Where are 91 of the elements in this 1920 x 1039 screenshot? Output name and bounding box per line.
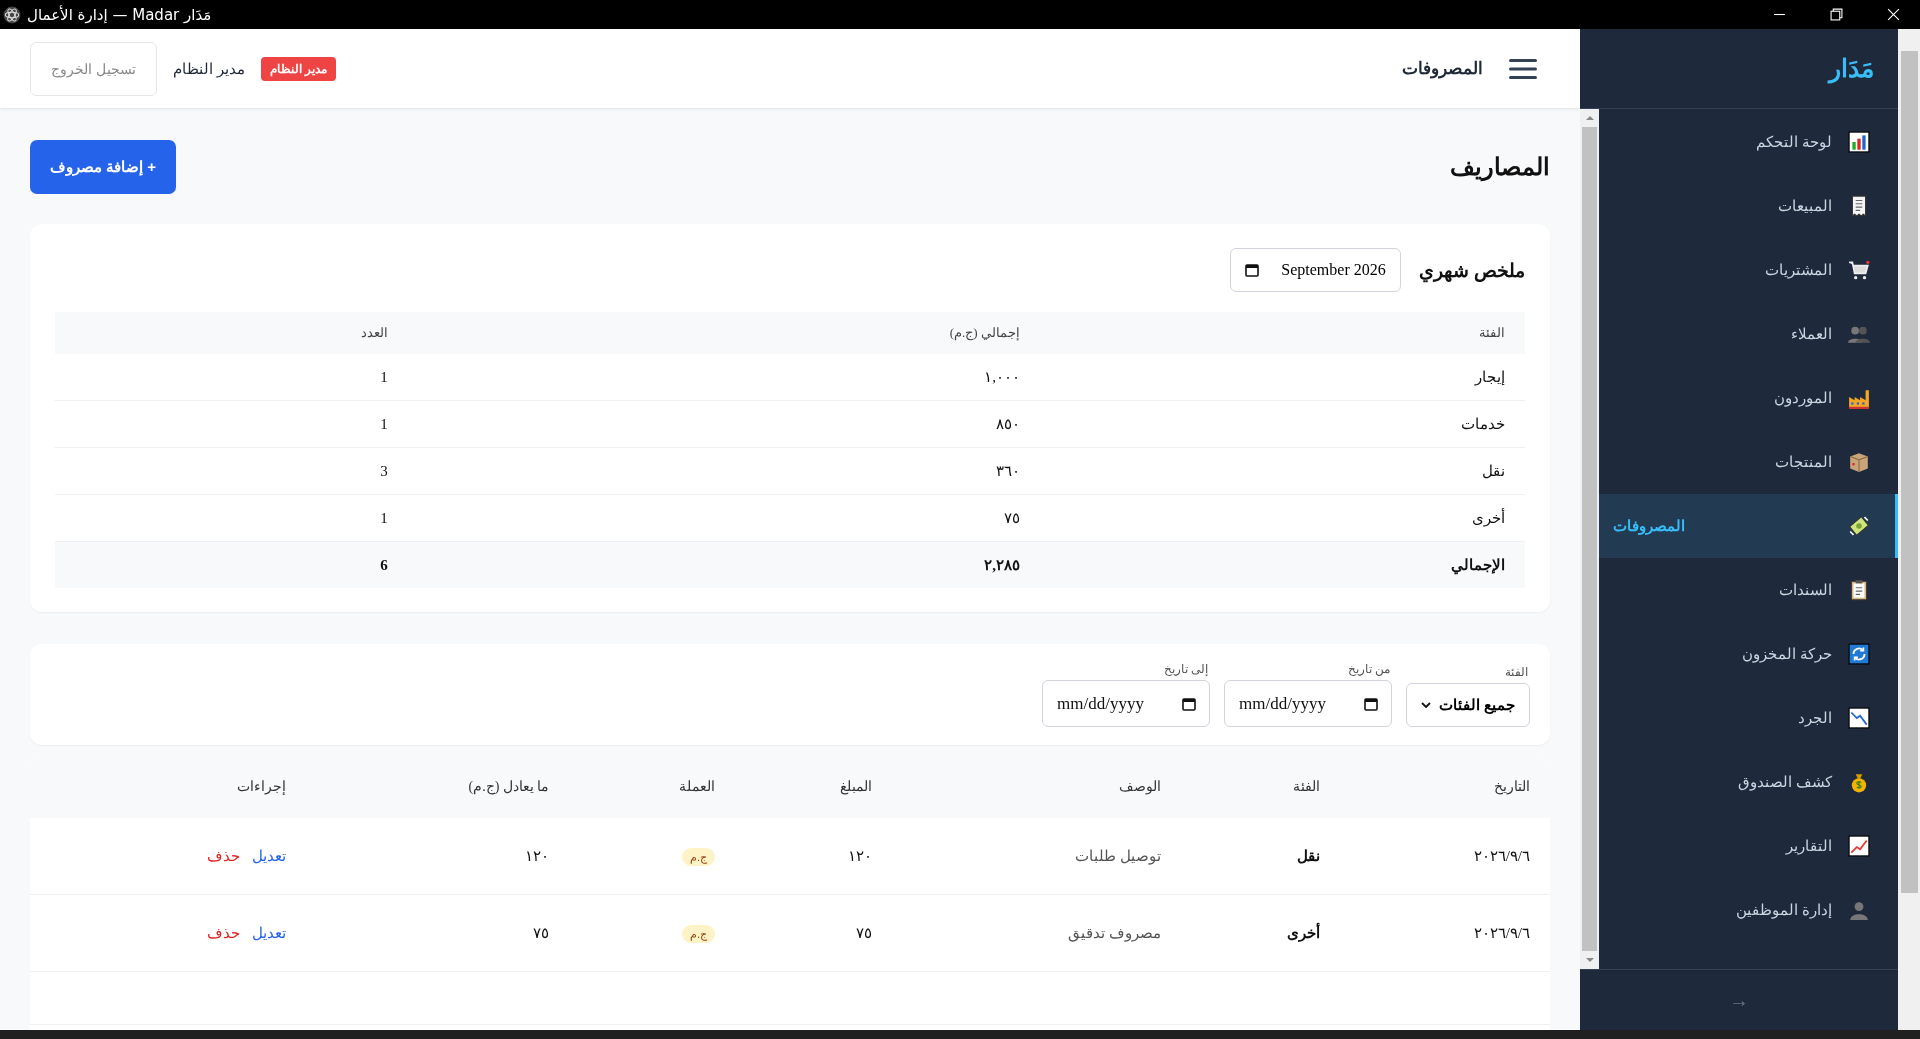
close-icon[interactable] [1887, 8, 1900, 21]
edit-link[interactable]: تعديل [252, 924, 287, 942]
menu-icon[interactable] [1509, 57, 1537, 80]
filter-label: إلى تاريخ [1162, 662, 1209, 676]
table-cell: ٢٠٢٦/٩/٦ [1340, 818, 1550, 895]
app-icon [3, 5, 21, 24]
factory-icon [1848, 387, 1870, 409]
sidebar-item[interactable]: لوحة التحكم [1599, 110, 1898, 174]
column-header: ما يعادل (ج.م) [306, 755, 570, 818]
table-cell: ٢٠٢٦/٩/٦ [1340, 894, 1550, 972]
table-cell: 1 [55, 354, 408, 401]
table-cell: ١٢٠ [735, 818, 892, 895]
sidebar-item[interactable]: المنتجات [1599, 430, 1898, 494]
sidebar-item[interactable]: المشتريات [1599, 238, 1898, 302]
total-cell: ٢,٢٨٥ [407, 541, 1040, 588]
scroll-down-icon[interactable] [1584, 957, 1595, 963]
category-select[interactable]: جميع الفئات [1406, 683, 1530, 727]
total-cell: الإجمالي [1039, 541, 1525, 588]
table-cell: إيجار [1039, 354, 1525, 401]
table-cell: ٣٦٠ [407, 447, 1040, 495]
table-cell: ٧٥ [735, 894, 892, 972]
table-cell: نقل [1181, 818, 1341, 895]
table-cell: ١,٠٠٠ [407, 354, 1040, 401]
column-header: الفئة [1181, 755, 1341, 818]
sidebar-item[interactable]: المصروفات [1599, 494, 1898, 558]
sidebar-item[interactable]: التقارير [1599, 814, 1898, 878]
summary-title: ملخص شهري [1418, 258, 1525, 282]
add-expense-button[interactable]: + إضافة مصروف [30, 140, 177, 194]
table-cell: أخرى [1181, 894, 1341, 972]
header-title: المصروفات [1402, 58, 1483, 79]
column-header: العملة [569, 755, 735, 818]
filter-label: من تاريخ [1346, 662, 1391, 676]
page-title: المصاريف [1450, 153, 1550, 181]
sidebar-item[interactable]: العملاء [1599, 302, 1898, 366]
sidebar-item[interactable]: كشف الصندوق [1599, 750, 1898, 814]
column-header: الوصف [891, 755, 1182, 818]
clipboard-icon [1848, 579, 1870, 601]
column-header: إجمالي (ج.م) [407, 312, 1040, 354]
table-cell: ٧٥ [306, 894, 570, 972]
filter-label: الفئة [1504, 665, 1529, 679]
table-cell: ٨٥٠ [407, 400, 1040, 448]
calendar-icon[interactable] [1245, 263, 1260, 277]
restore-icon[interactable] [1830, 8, 1843, 21]
table-cell: 1 [55, 494, 408, 542]
table-cell: 3 [55, 447, 408, 495]
scrollbar-thumb[interactable] [1582, 127, 1597, 951]
chevron-down-icon [1421, 702, 1431, 708]
delete-link[interactable]: حذف [207, 924, 241, 942]
scroll-up-icon[interactable] [1584, 115, 1595, 121]
total-cell: 6 [55, 541, 408, 588]
currency-badge: ج.م [681, 847, 715, 866]
table-cell: مصروف تدقيق [891, 894, 1182, 972]
column-header: الفئة [1039, 312, 1525, 354]
role-badge: مدير النظام [261, 56, 337, 81]
month-field[interactable]: September 2026 [1230, 248, 1401, 292]
column-header: العدد [55, 312, 408, 354]
app-logo: مَدَار [1829, 54, 1874, 83]
delete-link[interactable]: حذف [207, 847, 241, 865]
scrollbar-thumb[interactable] [1900, 51, 1918, 894]
table-cell: توصيل طلبات [891, 818, 1182, 895]
sync-icon [1848, 643, 1870, 665]
table-cell: أخرى [1039, 494, 1525, 542]
calendar-icon[interactable] [1364, 697, 1378, 711]
sidebar-item[interactable]: الموردون [1599, 366, 1898, 430]
sidebar-item[interactable]: السندات [1599, 558, 1898, 622]
cart-icon [1848, 259, 1870, 281]
table-cell: نقل [1039, 447, 1525, 495]
column-header: التاريخ [1340, 755, 1550, 818]
table-cell: 1 [55, 400, 408, 448]
sidebar-item[interactable]: المبيعات [1599, 174, 1898, 238]
date-field[interactable]: mm/dd/yyyy [1042, 680, 1210, 727]
column-header: المبلغ [735, 755, 892, 818]
rising-chart-icon [1848, 835, 1870, 857]
sidebar-item[interactable]: حركة المخزون [1599, 622, 1898, 686]
person-icon [1848, 899, 1870, 921]
table-cell: ١٢٠ [306, 818, 570, 895]
column-header: إجراءات [30, 755, 307, 818]
sidebar-item[interactable]: إدارة الموظفين [1599, 878, 1898, 942]
table-cell: ٧٥ [407, 494, 1040, 542]
logout-button[interactable]: تسجيل الخروج [30, 41, 157, 96]
sidebar-item[interactable]: الجرد [1599, 686, 1898, 750]
falling-chart-icon [1848, 707, 1870, 729]
bar-chart-icon [1848, 131, 1870, 153]
date-field[interactable]: mm/dd/yyyy [1224, 680, 1392, 727]
table-cell: خدمات [1039, 400, 1525, 448]
calendar-icon[interactable] [1182, 697, 1196, 711]
user-name: مدير النظام [172, 59, 246, 78]
box-icon [1848, 451, 1870, 473]
currency-badge: ج.م [681, 924, 715, 943]
window-title: إدارة الأعمال — Madar مَدَار [27, 5, 212, 24]
edit-link[interactable]: تعديل [252, 847, 287, 865]
